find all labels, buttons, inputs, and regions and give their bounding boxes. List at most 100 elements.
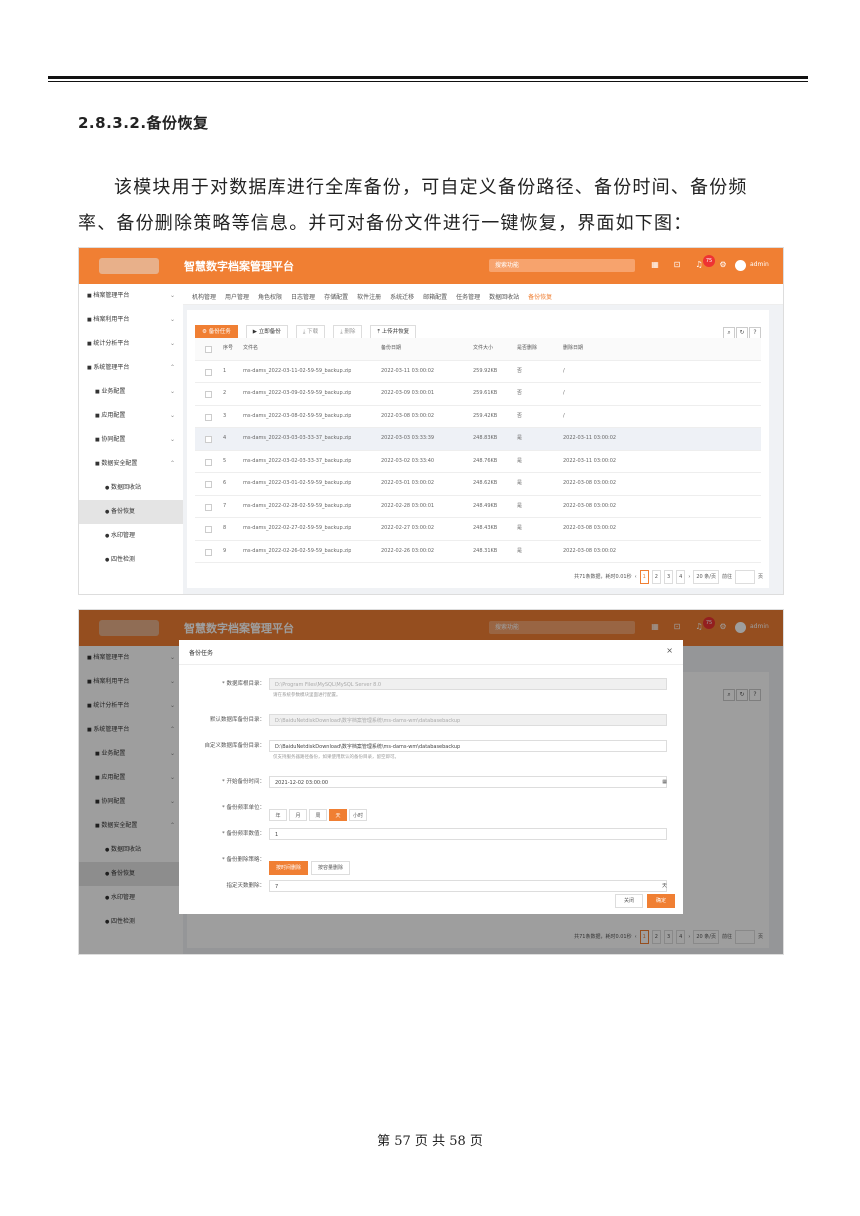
page-number[interactable]: 2: [651, 570, 661, 584]
sidebar-item-label: 数据安全配置: [101, 460, 138, 467]
tab-item[interactable]: 邮箱配置: [423, 288, 447, 308]
grid-icon[interactable]: ▦: [651, 261, 659, 269]
sidebar-item[interactable]: ■ 业务配置 ⌄: [79, 380, 183, 404]
tab-item[interactable]: 日志管理: [291, 288, 315, 308]
db-root-hint: 请在系统参数模块里面进行配置。: [273, 693, 341, 698]
avatar[interactable]: [735, 260, 746, 271]
freq-unit-option[interactable]: 天: [329, 809, 347, 821]
delete-policy-option[interactable]: 按时间删除: [269, 861, 309, 875]
row-checkbox[interactable]: [205, 503, 212, 511]
prev-page-icon[interactable]: ‹: [635, 571, 637, 583]
goto-page-input[interactable]: [734, 570, 755, 584]
pagination-summary: 共71条数据，耗时0.01秒: [574, 574, 632, 580]
sidebar-item[interactable]: ■ 应用配置 ⌄: [79, 404, 183, 428]
chevron-icon: ⌄: [169, 292, 175, 299]
download-label: 下载: [307, 329, 319, 335]
row-checkbox[interactable]: [205, 413, 212, 421]
sidebar-item[interactable]: ● 数据回收站: [79, 476, 183, 500]
sidebar-item-label: 档案管理平台: [93, 292, 130, 299]
pagination: 共71条数据，耗时0.01秒 ‹ 1 2 3 4 › 20 条/页 前往 页: [571, 570, 763, 584]
next-page-icon[interactable]: ›: [688, 571, 690, 583]
gear-icon[interactable]: ⚙: [719, 261, 727, 269]
freq-unit-option[interactable]: 月: [289, 809, 307, 821]
table-row[interactable]: 7 ms-dams_2022-02-28-02-59-59_backup.zip 2…: [195, 496, 761, 518]
table-cell: 248.49KB: [473, 502, 498, 509]
tab-item[interactable]: 系统迁移: [390, 288, 414, 308]
sidebar-item-label: 数据回收站: [110, 484, 141, 491]
close-icon[interactable]: ×: [666, 646, 673, 655]
table-row[interactable]: 8 ms-dams_2022-02-27-02-59-59_backup.zip 2…: [195, 518, 761, 541]
close-button[interactable]: 关闭: [614, 894, 643, 908]
sidebar-item[interactable]: ■ 统计分析平台 ⌄: [79, 332, 183, 356]
sidebar-item[interactable]: ● 水印管理: [79, 524, 183, 548]
sidebar-item-label: 水印管理: [110, 532, 135, 539]
column-header: 文件大小: [473, 345, 494, 351]
table-cell: 2022-03-11 03:00:02: [381, 367, 435, 374]
table-row[interactable]: 6 ms-dams_2022-03-01-02-59-59_backup.zip 2…: [195, 473, 761, 496]
bell-icon[interactable]: ♫: [695, 261, 703, 269]
table-cell: 259.61KB: [473, 390, 498, 396]
tab-item[interactable]: 数据回收站: [489, 288, 519, 308]
table-cell: ms-dams_2022-02-26-02-59-59_backup.zip: [243, 547, 352, 554]
page-size-select[interactable]: 20 条/页: [693, 570, 719, 584]
keep-days-input[interactable]: 7: [269, 880, 667, 892]
freq-unit-option[interactable]: 小时: [349, 809, 367, 821]
keep-days-unit: 天: [661, 883, 667, 889]
tab-item[interactable]: 机构管理: [192, 288, 216, 308]
tab-item[interactable]: 存储配置: [324, 288, 348, 308]
page-number[interactable]: 4: [676, 570, 686, 584]
tab-item[interactable]: 用户管理: [225, 288, 249, 308]
row-checkbox[interactable]: [205, 481, 212, 488]
table-row[interactable]: 4 ms-dams_2022-03-03-03-33-37_backup.zip 2…: [195, 428, 761, 451]
freq-unit-option[interactable]: 年: [269, 809, 287, 821]
tab-item[interactable]: 备份恢复: [528, 288, 552, 308]
tab-item[interactable]: 任务管理: [456, 288, 480, 308]
chevron-icon: ⌄: [169, 436, 175, 443]
upload-restore-button[interactable]: ⤒ 上传并恢复: [370, 325, 417, 339]
table-cell: 2022-03-08 03:00:02: [563, 525, 617, 531]
custom-dir-input[interactable]: D:\BaiduNetdiskDownload\数字档案管理系统\ms-dams…: [269, 740, 667, 752]
sidebar-item[interactable]: ■ 档案利用平台 ⌄: [79, 308, 183, 332]
sidebar-item[interactable]: ■ 系统管理平台 ⌃: [79, 356, 183, 380]
row-checkbox[interactable]: [205, 526, 212, 533]
header-checkbox[interactable]: [205, 346, 212, 353]
table-row[interactable]: 1 ms-dams_2022-03-11-02-59-59_backup.zip 2…: [195, 361, 761, 383]
download-button[interactable]: ⤓ 下载: [295, 325, 326, 339]
row-checkbox[interactable]: [205, 391, 212, 398]
sidebar-item[interactable]: ● 四性检测: [79, 548, 183, 572]
table-row[interactable]: 3 ms-dams_2022-03-08-02-59-59_backup.zip 2…: [195, 406, 761, 428]
sidebar-item[interactable]: ■ 档案管理平台 ⌄: [79, 284, 183, 308]
delete-policy-option[interactable]: 按容量删除: [311, 861, 351, 875]
backup-now-label: 立即备份: [258, 329, 281, 335]
backup-task-button[interactable]: ⚙ 备份任务: [195, 325, 238, 339]
cart-icon[interactable]: ⊡: [673, 261, 681, 269]
delete-button[interactable]: ⤓ 删除: [333, 325, 363, 339]
table-row[interactable]: 9 ms-dams_2022-02-26-02-59-59_backup.zip 2…: [195, 541, 761, 563]
row-checkbox[interactable]: [205, 436, 212, 443]
tab-item[interactable]: 软件注册: [357, 288, 381, 308]
sidebar-item[interactable]: ■ 数据安全配置 ⌃: [79, 452, 183, 476]
start-time-input[interactable]: 2021-12-02 03:00:00: [269, 776, 667, 788]
tab-item[interactable]: 角色权限: [258, 288, 282, 308]
freq-value-input[interactable]: 1: [269, 828, 667, 840]
table-cell: 2022-03-09 03:00:01: [381, 390, 435, 396]
backup-now-button[interactable]: ▶ 立即备份: [245, 325, 288, 339]
search-input[interactable]: 搜索功能: [489, 259, 635, 272]
table-tools: ⌕ ↻?: [722, 319, 761, 339]
sidebar-item-label: 统计分析平台: [93, 340, 130, 347]
sidebar-item[interactable]: ● 备份恢复: [79, 500, 183, 524]
calendar-icon[interactable]: ▦: [662, 776, 667, 788]
row-checkbox[interactable]: [205, 368, 212, 376]
user-name[interactable]: admin: [750, 261, 769, 268]
row-checkbox[interactable]: [205, 458, 212, 466]
row-checkbox[interactable]: [205, 548, 212, 556]
table-cell: 2022-03-08 03:00:02: [381, 412, 435, 419]
sidebar-item[interactable]: ■ 协同配置 ⌄: [79, 428, 183, 452]
confirm-button[interactable]: 确定: [646, 894, 675, 908]
page-number[interactable]: 3: [663, 570, 674, 584]
table-row[interactable]: 2 ms-dams_2022-03-09-02-59-59_backup.zip 2…: [195, 383, 761, 406]
table-cell: 248.62KB: [473, 480, 498, 486]
table-row[interactable]: 5 ms-dams_2022-03-02-03-33-37_backup.zip 2…: [195, 451, 761, 473]
page-number[interactable]: 1: [639, 570, 649, 584]
freq-unit-option[interactable]: 周: [309, 809, 327, 821]
